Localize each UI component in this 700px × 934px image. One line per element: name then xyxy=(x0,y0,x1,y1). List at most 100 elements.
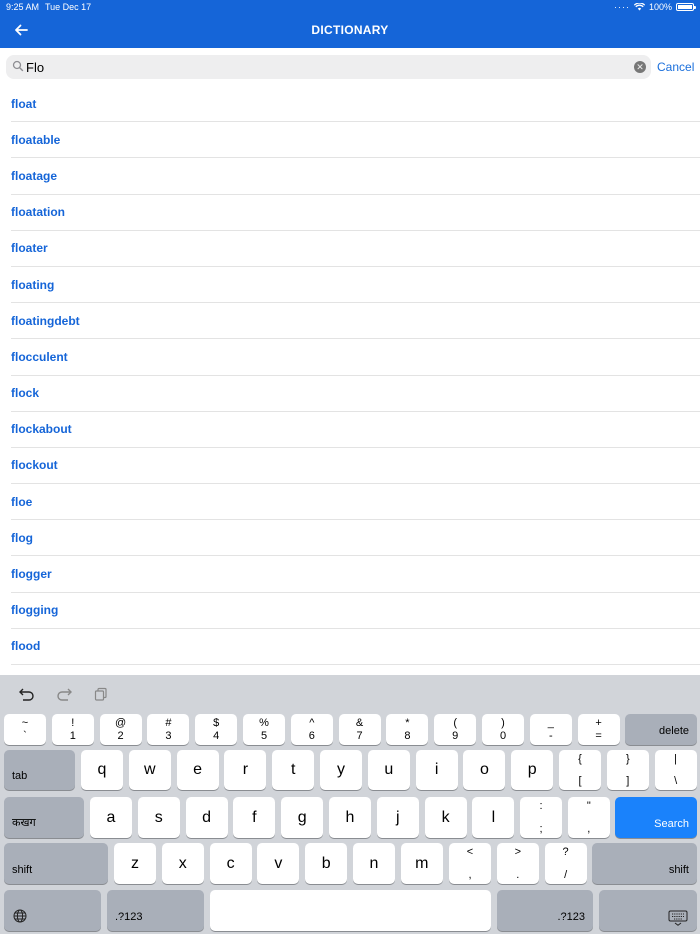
key-m-label: m xyxy=(415,854,429,872)
result-item[interactable]: floatingdebt xyxy=(11,303,700,340)
key-row1-5[interactable]: % 5 xyxy=(243,714,285,745)
key-row2-extra-1[interactable]: }] xyxy=(606,750,649,790)
key-row1-11[interactable]: _ - xyxy=(529,714,572,745)
shift-right-key[interactable]: shift xyxy=(592,843,697,884)
key-row1-4-label: $ xyxy=(213,717,220,729)
cancel-button[interactable]: Cancel xyxy=(657,60,694,74)
key-d[interactable]: d xyxy=(185,797,228,838)
result-item[interactable]: floater xyxy=(11,231,700,267)
key-i[interactable]: i xyxy=(415,750,458,790)
key-row1-8[interactable]: * 8 xyxy=(386,714,429,745)
key-row1-9[interactable]: (9 xyxy=(434,714,477,745)
key-u-label: u xyxy=(384,761,394,778)
undo-icon[interactable] xyxy=(17,685,37,703)
key-f[interactable]: f xyxy=(233,797,276,838)
key-b-label: b xyxy=(321,854,331,872)
clear-search-icon[interactable]: ✕ xyxy=(634,61,646,73)
key-row2-extra-0[interactable]: {[ xyxy=(559,750,601,790)
result-item[interactable]: floatage xyxy=(11,158,700,195)
key-z-label: z xyxy=(131,854,139,872)
key-p[interactable]: p xyxy=(511,750,554,790)
key-row1-6-label: 6 xyxy=(308,730,315,742)
wifi-icon xyxy=(633,3,645,11)
key-c[interactable]: c xyxy=(209,843,252,884)
key-e[interactable]: e xyxy=(176,750,219,790)
key-m[interactable]: m xyxy=(400,843,443,884)
key-n[interactable]: n xyxy=(353,843,395,884)
key-v[interactable]: v xyxy=(257,843,300,884)
space-key[interactable] xyxy=(210,890,491,931)
key-x[interactable]: x xyxy=(161,843,204,884)
key-j[interactable]: j xyxy=(376,797,419,838)
result-item[interactable]: floating xyxy=(11,267,700,304)
paste-icon[interactable] xyxy=(91,685,111,703)
status-date: Tue Dec 17 xyxy=(45,2,92,12)
result-item[interactable]: flog xyxy=(11,520,700,557)
key-row4-extra-0[interactable]: <, xyxy=(449,843,491,884)
key-row4-extra-2-label: ? xyxy=(562,846,569,858)
key-row1-0[interactable]: ~ ` xyxy=(4,714,46,745)
key-row1-12[interactable]: + = xyxy=(577,714,620,745)
key-b[interactable]: b xyxy=(305,843,348,884)
key-row3-extra-1[interactable]: ", xyxy=(567,797,610,838)
key-f-label: f xyxy=(252,808,257,826)
key-t[interactable]: t xyxy=(272,750,315,790)
redo-icon[interactable] xyxy=(54,685,74,703)
key-z[interactable]: z xyxy=(114,843,156,884)
key-r[interactable]: r xyxy=(224,750,267,790)
keyboard-hide-icon xyxy=(668,910,688,926)
key-row1-4[interactable]: $4 xyxy=(195,714,238,745)
result-item[interactable]: floatable xyxy=(11,122,700,159)
search-key[interactable]: Search xyxy=(615,797,697,838)
key-row2-extra-2-label: | xyxy=(674,753,678,765)
key-row1-12-label: = xyxy=(595,730,602,742)
key-r-label: r xyxy=(242,761,249,778)
result-item[interactable]: flocculent xyxy=(11,339,700,376)
key-row2-extra-2[interactable]: | \ xyxy=(654,750,697,790)
key-row1-1-label: 1 xyxy=(69,730,76,742)
result-item[interactable]: float xyxy=(11,86,700,123)
key-row1-3[interactable]: #3 xyxy=(147,714,190,745)
key-a[interactable]: a xyxy=(90,797,132,838)
key-g[interactable]: g xyxy=(281,797,324,838)
key-w[interactable]: w xyxy=(128,750,171,790)
result-item[interactable]: flogging xyxy=(11,593,700,629)
search-input[interactable] xyxy=(26,58,626,76)
result-item[interactable]: flockout xyxy=(11,448,700,485)
key-row4-extra-1[interactable]: >. xyxy=(496,843,539,884)
key-h[interactable]: h xyxy=(329,797,371,838)
key-row1-6-label: ^ xyxy=(309,717,315,729)
key-row2-extra-0-label: { xyxy=(578,753,582,765)
globe-key[interactable] xyxy=(4,890,101,931)
key-row1-1[interactable]: ! 1 xyxy=(51,714,94,745)
key-o[interactable]: o xyxy=(463,750,506,790)
delete-key[interactable]: delete xyxy=(625,714,697,745)
key-k[interactable]: k xyxy=(424,797,467,838)
key-s[interactable]: s xyxy=(137,797,180,838)
key-row1-7[interactable]: & 7 xyxy=(338,714,381,745)
dismiss-keyboard-key[interactable] xyxy=(599,890,697,931)
key-q-label: q xyxy=(97,761,107,778)
tab-key[interactable]: tab xyxy=(4,750,75,790)
key-row4-extra-2[interactable]: ? / xyxy=(544,843,587,884)
result-item[interactable]: flock xyxy=(11,376,700,412)
key-q[interactable]: q xyxy=(81,750,123,790)
shift-left-key[interactable]: shift xyxy=(4,843,108,884)
numbers-left-key[interactable]: .?123 xyxy=(107,890,204,931)
numbers-right-key[interactable]: .?123 xyxy=(497,890,593,931)
key-row1-5-label: % xyxy=(259,717,269,729)
language-key[interactable]: कखग xyxy=(4,797,84,838)
key-row3-extra-0[interactable]: :; xyxy=(520,797,562,838)
key-row1-10[interactable]: ) 0 xyxy=(482,714,524,745)
result-item[interactable]: flood xyxy=(11,629,700,665)
key-row3-extra-0-label: ; xyxy=(539,823,543,835)
key-row1-2[interactable]: @2 xyxy=(99,714,142,745)
result-item[interactable]: floe xyxy=(11,484,700,521)
key-u[interactable]: u xyxy=(367,750,410,790)
key-y[interactable]: y xyxy=(320,750,362,790)
key-l[interactable]: l xyxy=(472,797,515,838)
result-item[interactable]: flockabout xyxy=(11,412,700,448)
key-row1-6[interactable]: ^ 6 xyxy=(290,714,333,745)
result-item[interactable]: floatation xyxy=(11,195,700,231)
result-item[interactable]: flogger xyxy=(11,556,700,593)
